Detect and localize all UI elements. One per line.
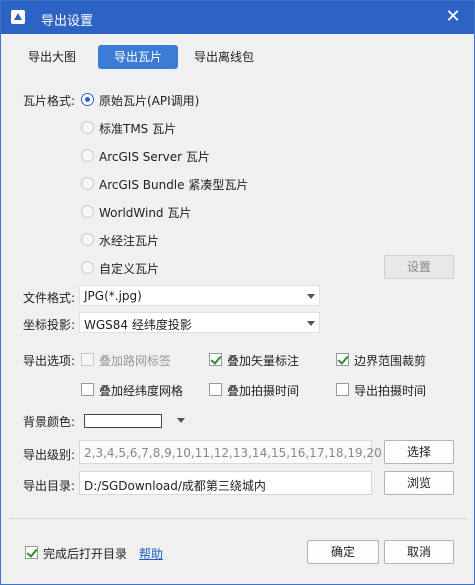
radio-tile-arcgis-bundle[interactable] — [81, 177, 94, 190]
help-link[interactable]: 帮助 — [139, 545, 163, 562]
title-bar: 导出设置 ✕ — [1, 1, 474, 34]
checkbox-road-labels[interactable] — [81, 353, 94, 366]
checkbox-overlay-capture-time[interactable] — [209, 383, 222, 396]
radio-tile-shuijingzhu[interactable] — [81, 233, 94, 246]
radio-tile-tms[interactable] — [81, 121, 94, 134]
export-dir-field[interactable]: D:/SGDownload/成都第三绕城内 — [79, 471, 372, 495]
checkbox-latlon-grid-label: 叠加经纬度网格 — [99, 384, 184, 398]
export-dir-value: D:/SGDownload/成都第三绕城内 — [84, 479, 266, 493]
footer-divider — [9, 518, 467, 519]
checkbox-open-dir-after-label: 完成后打开目录 — [43, 547, 128, 561]
file-format-value: JPG(*.jpg) — [84, 289, 142, 303]
radio-tile-arcgis-bundle-label: ArcGIS Bundle 紧凑型瓦片 — [99, 178, 249, 192]
window-app-icon — [11, 10, 25, 24]
select-levels-button[interactable]: 选择 — [384, 440, 454, 464]
tile-format-label: 瓦片格式: — [23, 94, 76, 108]
checkbox-road-labels-label: 叠加路网标签 — [99, 354, 172, 368]
radio-tile-worldwind[interactable] — [81, 205, 94, 218]
close-icon[interactable]: ✕ — [442, 6, 464, 28]
tab-export-tiles[interactable]: 导出瓦片 — [98, 45, 178, 69]
chevron-down-icon[interactable] — [177, 418, 185, 423]
radio-tile-shuijingzhu-label: 水经注瓦片 — [99, 234, 160, 248]
checkbox-overlay-capture-time-label: 叠加拍摄时间 — [227, 384, 300, 398]
radio-tile-custom-label: 自定义瓦片 — [99, 262, 160, 276]
export-settings-dialog: 导出设置 ✕ 导出大图 导出瓦片 导出离线包 瓦片格式: 原始瓦片(API调用)… — [0, 0, 475, 585]
tile-settings-button[interactable]: 设置 — [384, 255, 454, 279]
ok-button[interactable]: 确定 — [307, 540, 379, 564]
checkbox-open-dir-after[interactable] — [25, 546, 38, 559]
checkbox-export-capture-time[interactable] — [336, 383, 349, 396]
checkbox-boundary-clip[interactable] — [336, 353, 349, 366]
projection-select[interactable]: WGS84 经纬度投影 — [79, 312, 320, 333]
background-color-swatch[interactable] — [84, 414, 162, 428]
export-options-label: 导出选项: — [23, 354, 76, 368]
chevron-down-icon — [307, 321, 315, 326]
export-levels-value: 2,3,4,5,6,7,8,9,10,11,12,13,14,15,16,17,… — [84, 446, 382, 460]
radio-tile-custom[interactable] — [81, 261, 94, 274]
radio-tile-original-label: 原始瓦片(API调用) — [99, 94, 200, 108]
radio-tile-original[interactable] — [81, 93, 94, 106]
background-color-label: 背景颜色: — [23, 415, 76, 429]
radio-tile-arcgis-server[interactable] — [81, 149, 94, 162]
browse-button[interactable]: 浏览 — [384, 471, 454, 495]
projection-value: WGS84 经纬度投影 — [84, 318, 192, 332]
radio-tile-arcgis-server-label: ArcGIS Server 瓦片 — [99, 150, 210, 164]
checkbox-export-capture-time-label: 导出拍摄时间 — [354, 384, 427, 398]
chevron-down-icon — [307, 294, 315, 299]
export-levels-label: 导出级别: — [23, 448, 76, 462]
checkbox-vector-labels[interactable] — [209, 353, 222, 366]
cancel-button[interactable]: 取消 — [384, 540, 454, 564]
file-format-label: 文件格式: — [23, 291, 76, 305]
checkbox-boundary-clip-label: 边界范围裁剪 — [354, 354, 427, 368]
window-title: 导出设置 — [41, 14, 94, 29]
export-dir-label: 导出目录: — [23, 479, 76, 493]
radio-tile-tms-label: 标准TMS 瓦片 — [99, 122, 177, 136]
radio-tile-worldwind-label: WorldWind 瓦片 — [99, 206, 192, 220]
export-levels-field[interactable]: 2,3,4,5,6,7,8,9,10,11,12,13,14,15,16,17,… — [79, 440, 382, 464]
checkbox-latlon-grid[interactable] — [81, 383, 94, 396]
file-format-select[interactable]: JPG(*.jpg) — [79, 285, 320, 306]
tab-bar: 导出大图 导出瓦片 导出离线包 — [1, 45, 474, 69]
tab-export-large-image[interactable]: 导出大图 — [21, 45, 83, 69]
tab-export-offline-package[interactable]: 导出离线包 — [187, 45, 261, 69]
projection-label: 坐标投影: — [23, 318, 76, 332]
checkbox-vector-labels-label: 叠加矢量标注 — [227, 354, 300, 368]
